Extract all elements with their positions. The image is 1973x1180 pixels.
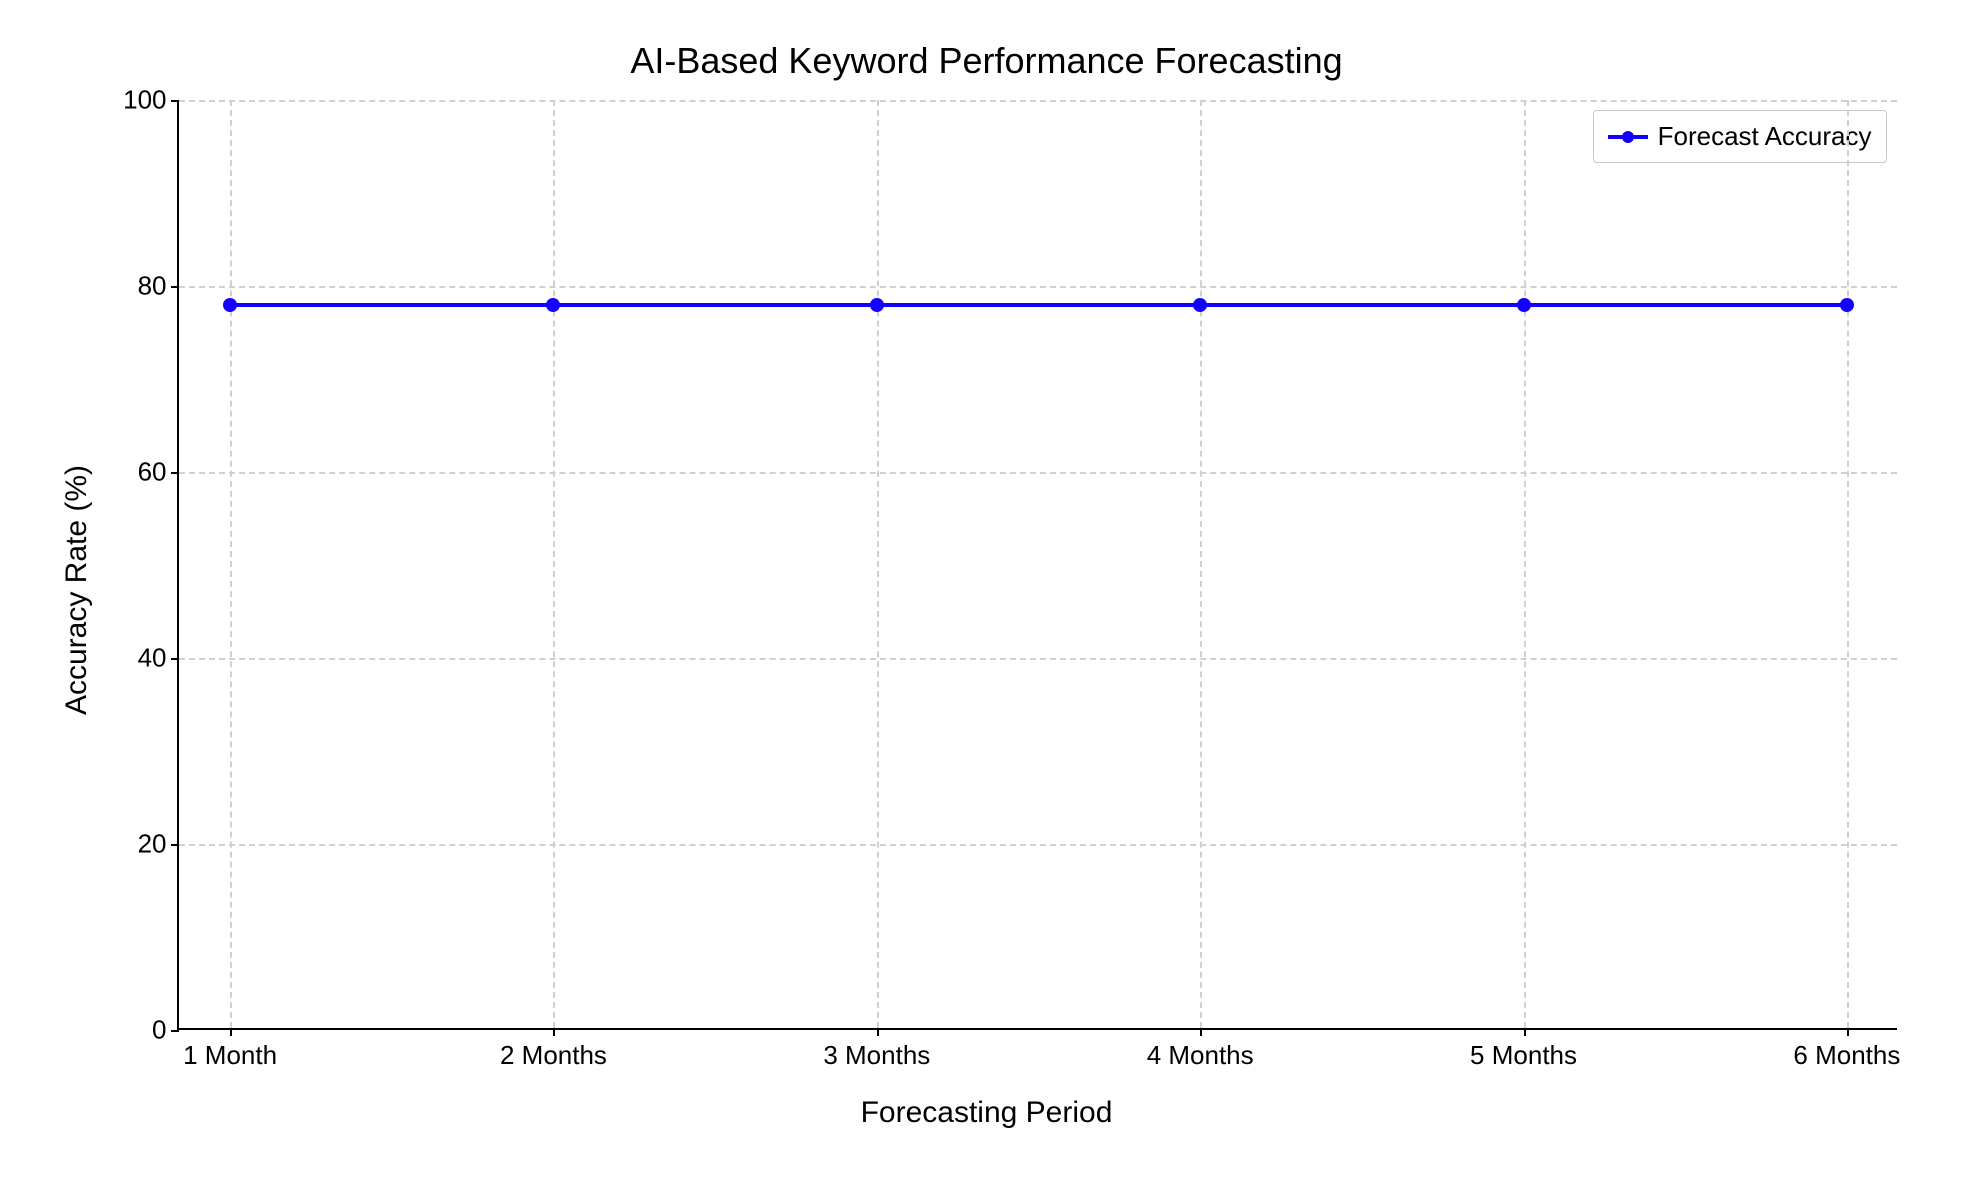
data-point: [1840, 298, 1854, 312]
y-tick-label: 60: [138, 457, 179, 488]
x-tick-label: 2 Months: [500, 1028, 607, 1071]
plot-area: Forecast Accuracy 0204060801001 Month2 M…: [177, 100, 1897, 1030]
data-point: [223, 298, 237, 312]
data-point: [870, 298, 884, 312]
grid-line-v: [230, 100, 232, 1028]
x-axis-label: Forecasting Period: [861, 1096, 1113, 1130]
data-line: [877, 303, 1200, 307]
x-tick-label: 4 Months: [1147, 1028, 1254, 1071]
data-line: [230, 303, 553, 307]
x-tick-label: 3 Months: [823, 1028, 930, 1071]
y-tick-label: 80: [138, 271, 179, 302]
data-line: [1524, 303, 1847, 307]
data-line: [553, 303, 876, 307]
y-axis-label: Accuracy Rate (%): [60, 465, 94, 715]
y-tick-label: 40: [138, 643, 179, 674]
data-point: [546, 298, 560, 312]
grid-line-v: [1524, 100, 1526, 1028]
legend-marker-icon: [1608, 135, 1648, 139]
data-point: [1517, 298, 1531, 312]
grid-line-v: [1847, 100, 1849, 1028]
grid-line-h: [179, 472, 1897, 474]
y-tick-label: 100: [123, 85, 178, 116]
chart-container: AI-Based Keyword Performance Forecasting…: [37, 30, 1937, 1150]
grid-line-v: [553, 100, 555, 1028]
x-tick-label: 5 Months: [1470, 1028, 1577, 1071]
grid-line-h: [179, 658, 1897, 660]
grid-line-h: [179, 844, 1897, 846]
y-tick-label: 0: [152, 1015, 178, 1046]
data-point: [1193, 298, 1207, 312]
y-tick-label: 20: [138, 829, 179, 860]
legend: Forecast Accuracy: [1593, 110, 1887, 163]
chart-title: AI-Based Keyword Performance Forecasting: [37, 40, 1937, 82]
grid-line-h: [179, 286, 1897, 288]
x-tick-label: 1 Month: [183, 1028, 277, 1071]
grid-line-v: [1200, 100, 1202, 1028]
grid-line-h: [179, 100, 1897, 102]
grid-line-v: [877, 100, 879, 1028]
x-tick-label: 6 Months: [1793, 1028, 1900, 1071]
data-line: [1200, 303, 1523, 307]
legend-label: Forecast Accuracy: [1658, 121, 1872, 152]
